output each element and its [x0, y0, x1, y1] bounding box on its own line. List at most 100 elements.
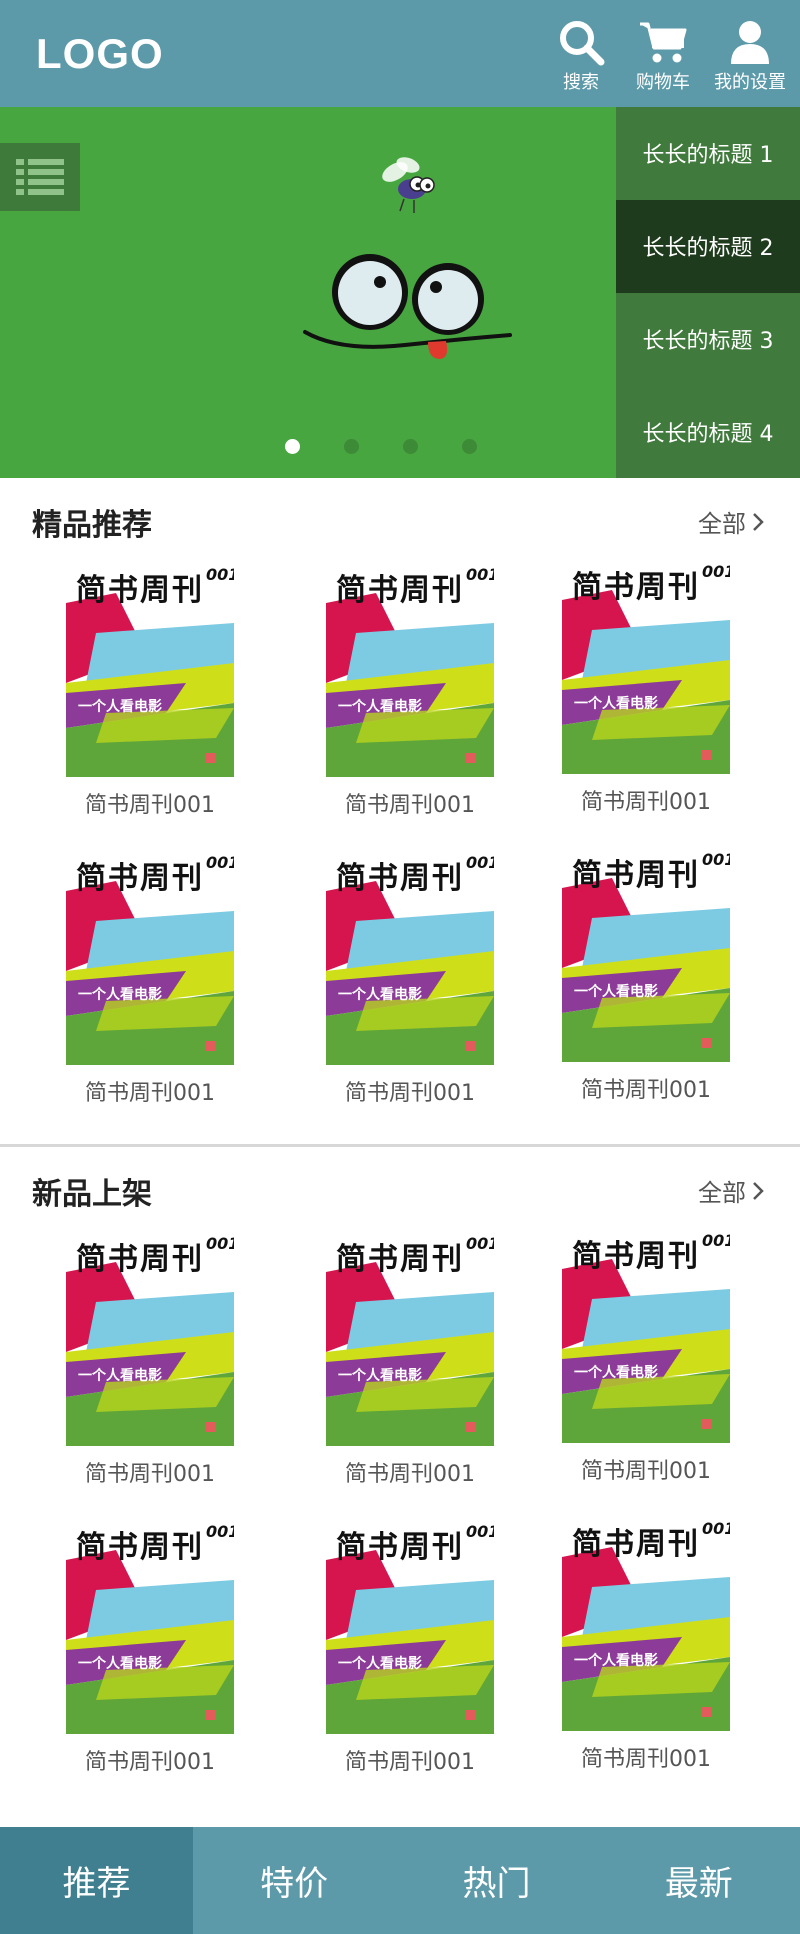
cover-issue: 001: [702, 562, 730, 581]
cover-title: 简书周刊: [572, 1239, 700, 1274]
product-title[interactable]: 简书周刊001: [546, 1741, 746, 1773]
product-cover[interactable]: 简书周刊001 一个人看电影: [66, 1520, 234, 1734]
cover-title: 简书周刊: [572, 858, 700, 893]
product-card[interactable]: 简书周刊001一个人看电影简书周刊001: [310, 563, 510, 819]
chevron-right-icon: [753, 512, 764, 531]
carousel-dot[interactable]: [403, 439, 418, 454]
product-cover[interactable]: 简书周刊001 一个人看电影: [562, 1229, 730, 1443]
cover-issue: 001: [466, 853, 494, 872]
featured-section: 精品推荐 全部 简书周刊001一个人看电影简书周刊001 简书周刊001一个人看…: [0, 478, 800, 1144]
product-card[interactable]: 简书周刊001一个人看电影简书周刊001: [310, 1232, 510, 1488]
carousel-dot[interactable]: [462, 439, 477, 454]
product-card[interactable]: 简书周刊001一个人看电影简书周刊001: [50, 1232, 250, 1488]
banner-title-1[interactable]: 长长的标题 1: [616, 107, 800, 200]
tab-recommend[interactable]: 推荐: [0, 1827, 193, 1934]
product-card[interactable]: 简书周刊001一个人看电影简书周刊001: [50, 563, 250, 819]
product-cover[interactable]: 简书周刊001 一个人看电影: [326, 563, 494, 777]
cart-icon: [640, 22, 687, 63]
cover-title: 简书周刊: [76, 573, 204, 608]
list-icon: [16, 159, 64, 195]
product-cover[interactable]: 简书周刊001 一个人看电影: [326, 1232, 494, 1446]
cover-subtitle: 一个人看电影: [574, 1365, 658, 1381]
product-title[interactable]: 简书周刊001: [310, 787, 510, 819]
view-all-link[interactable]: 全部: [698, 1173, 764, 1208]
tab-popular[interactable]: 热门: [395, 1827, 597, 1934]
product-title[interactable]: 简书周刊001: [546, 1453, 746, 1485]
cover-subtitle: 一个人看电影: [338, 1656, 422, 1672]
product-title[interactable]: 简书周刊001: [310, 1075, 510, 1107]
cover-subtitle: 一个人看电影: [78, 1368, 162, 1384]
carousel-indicators: [285, 439, 477, 454]
section-title: 精品推荐: [32, 508, 152, 543]
search-button[interactable]: 搜索: [536, 18, 626, 98]
cover-title: 简书周刊: [76, 1242, 204, 1277]
user-icon: [731, 21, 769, 64]
product-cover[interactable]: 简书周刊001 一个人看电影: [562, 848, 730, 1062]
cover-title: 简书周刊: [572, 570, 700, 605]
product-card[interactable]: 简书周刊001一个人看电影简书周刊001: [546, 848, 746, 1104]
product-cover[interactable]: 简书周刊001 一个人看电影: [66, 563, 234, 777]
product-title[interactable]: 简书周刊001: [50, 1075, 250, 1107]
carousel-dot[interactable]: [344, 439, 359, 454]
cover-title: 简书周刊: [336, 1530, 464, 1565]
cover-title: 简书周刊: [572, 1527, 700, 1562]
cover-issue: 001: [702, 1519, 730, 1538]
product-title[interactable]: 简书周刊001: [50, 1744, 250, 1776]
cover-issue: 001: [206, 1234, 234, 1253]
settings-button[interactable]: 我的设置: [705, 18, 795, 98]
product-card[interactable]: 简书周刊001一个人看电影简书周刊001: [310, 1520, 510, 1776]
bottom-tab-bar: 推荐 特价 热门 最新: [0, 1827, 800, 1934]
product-card[interactable]: 简书周刊001一个人看电影简书周刊001: [50, 1520, 250, 1776]
carousel-dot[interactable]: [285, 439, 300, 454]
product-card[interactable]: 简书周刊001一个人看电影简书周刊001: [546, 560, 746, 816]
product-title[interactable]: 简书周刊001: [546, 784, 746, 816]
cover-issue: 001: [206, 1522, 234, 1541]
product-card[interactable]: 简书周刊001一个人看电影简书周刊001: [50, 851, 250, 1107]
product-title[interactable]: 简书周刊001: [50, 787, 250, 819]
banner-carousel[interactable]: 长长的标题 1 长长的标题 2 长长的标题 3 长长的标题 4: [0, 107, 800, 478]
section-title: 新品上架: [32, 1177, 152, 1212]
logo[interactable]: LOGO: [36, 30, 164, 78]
cart-button[interactable]: 购物车: [618, 18, 708, 98]
product-cover[interactable]: 简书周刊001 一个人看电影: [562, 1517, 730, 1731]
product-cover[interactable]: 简书周刊001 一个人看电影: [66, 851, 234, 1065]
product-cover[interactable]: 简书周刊001 一个人看电影: [562, 560, 730, 774]
banner-title-2[interactable]: 长长的标题 2: [616, 199, 800, 293]
product-card[interactable]: 简书周刊001一个人看电影简书周刊001: [546, 1517, 746, 1773]
view-all-link[interactable]: 全部: [698, 504, 764, 539]
menu-toggle-button[interactable]: [0, 143, 80, 211]
product-cover[interactable]: 简书周刊001 一个人看电影: [66, 1232, 234, 1446]
cover-title: 简书周刊: [76, 1530, 204, 1565]
cover-issue: 001: [702, 1231, 730, 1250]
product-title[interactable]: 简书周刊001: [310, 1744, 510, 1776]
product-cover[interactable]: 简书周刊001 一个人看电影: [326, 851, 494, 1065]
settings-label: 我的设置: [714, 72, 786, 93]
banner-title-4[interactable]: 长长的标题 4: [616, 385, 800, 478]
product-title[interactable]: 简书周刊001: [546, 1072, 746, 1104]
banner-title-3[interactable]: 长长的标题 3: [616, 292, 800, 386]
cover-issue: 001: [702, 850, 730, 869]
tab-newest[interactable]: 最新: [598, 1827, 800, 1934]
cover-title: 简书周刊: [76, 861, 204, 896]
cover-title: 简书周刊: [336, 573, 464, 608]
product-title[interactable]: 简书周刊001: [310, 1456, 510, 1488]
cover-subtitle: 一个人看电影: [574, 984, 658, 1000]
search-label: 搜索: [563, 72, 599, 93]
cover-subtitle: 一个人看电影: [78, 987, 162, 1003]
banner-illustration: [303, 157, 512, 359]
product-card[interactable]: 简书周刊001一个人看电影简书周刊001: [546, 1229, 746, 1485]
chevron-right-icon: [753, 1181, 764, 1200]
product-title[interactable]: 简书周刊001: [50, 1456, 250, 1488]
tab-specials[interactable]: 特价: [193, 1827, 395, 1934]
product-card[interactable]: 简书周刊001一个人看电影简书周刊001: [310, 851, 510, 1107]
banner-title-list: 长长的标题 1 长长的标题 2 长长的标题 3 长长的标题 4: [616, 107, 800, 478]
cover-issue: 001: [466, 1522, 494, 1541]
cover-subtitle: 一个人看电影: [574, 1653, 658, 1669]
cover-subtitle: 一个人看电影: [574, 696, 658, 712]
product-cover[interactable]: 简书周刊001 一个人看电影: [326, 1520, 494, 1734]
cover-issue: 001: [466, 565, 494, 584]
cover-subtitle: 一个人看电影: [338, 987, 422, 1003]
cover-subtitle: 一个人看电影: [78, 699, 162, 715]
cover-subtitle: 一个人看电影: [338, 699, 422, 715]
new-arrivals-section: 新品上架 全部 简书周刊001一个人看电影简书周刊001 简书周刊001一个人看…: [0, 1147, 800, 1827]
